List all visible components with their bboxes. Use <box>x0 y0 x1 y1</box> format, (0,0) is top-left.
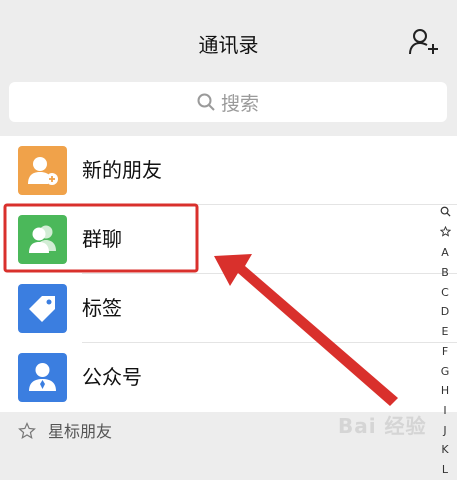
list-item-group-chat[interactable]: 群聊 <box>0 205 457 274</box>
add-contact-icon <box>409 29 438 55</box>
list-item-label: 公众号 <box>82 365 142 389</box>
index-letter[interactable]: F <box>436 342 454 362</box>
index-letter[interactable]: L <box>436 460 454 480</box>
search-input[interactable]: 搜索 <box>9 82 447 122</box>
watermark: Bai 经验 <box>338 414 427 438</box>
tag-icon <box>18 284 67 333</box>
header-bar: 通讯录 <box>0 0 457 78</box>
list-item-tags[interactable]: 标签 <box>0 274 457 343</box>
alphabet-index[interactable]: A B C D E F G H I J K L <box>436 204 454 480</box>
index-letter[interactable]: C <box>436 283 454 303</box>
list-item-label: 标签 <box>82 296 122 320</box>
index-letter[interactable]: D <box>436 302 454 322</box>
official-account-icon <box>18 353 67 402</box>
index-search-icon[interactable] <box>436 204 454 224</box>
page-title: 通讯录 <box>198 33 259 57</box>
index-letter[interactable]: A <box>436 243 454 263</box>
index-letter[interactable]: J <box>436 421 454 441</box>
index-letter[interactable]: E <box>436 322 454 342</box>
search-icon <box>197 93 215 111</box>
index-letter[interactable]: G <box>436 362 454 382</box>
index-letter[interactable]: K <box>436 440 454 460</box>
index-letter[interactable]: H <box>436 381 454 401</box>
list-item-official-accounts[interactable]: 公众号 <box>0 343 457 413</box>
list-item-new-friends[interactable]: 新的朋友 <box>0 136 457 205</box>
contact-menu-list: 新的朋友 群聊 标签 公众号 <box>0 136 457 413</box>
new-friend-icon <box>18 146 67 195</box>
index-letter[interactable]: I <box>436 401 454 421</box>
section-label: 星标朋友 <box>48 422 113 441</box>
add-contact-button[interactable] <box>408 28 440 56</box>
group-chat-icon <box>18 215 67 264</box>
index-letter[interactable]: B <box>436 263 454 283</box>
list-item-label: 新的朋友 <box>82 158 162 182</box>
list-item-label: 群聊 <box>82 227 122 251</box>
star-icon <box>18 422 36 439</box>
search-placeholder: 搜索 <box>220 92 259 115</box>
index-star-icon[interactable] <box>436 224 454 244</box>
